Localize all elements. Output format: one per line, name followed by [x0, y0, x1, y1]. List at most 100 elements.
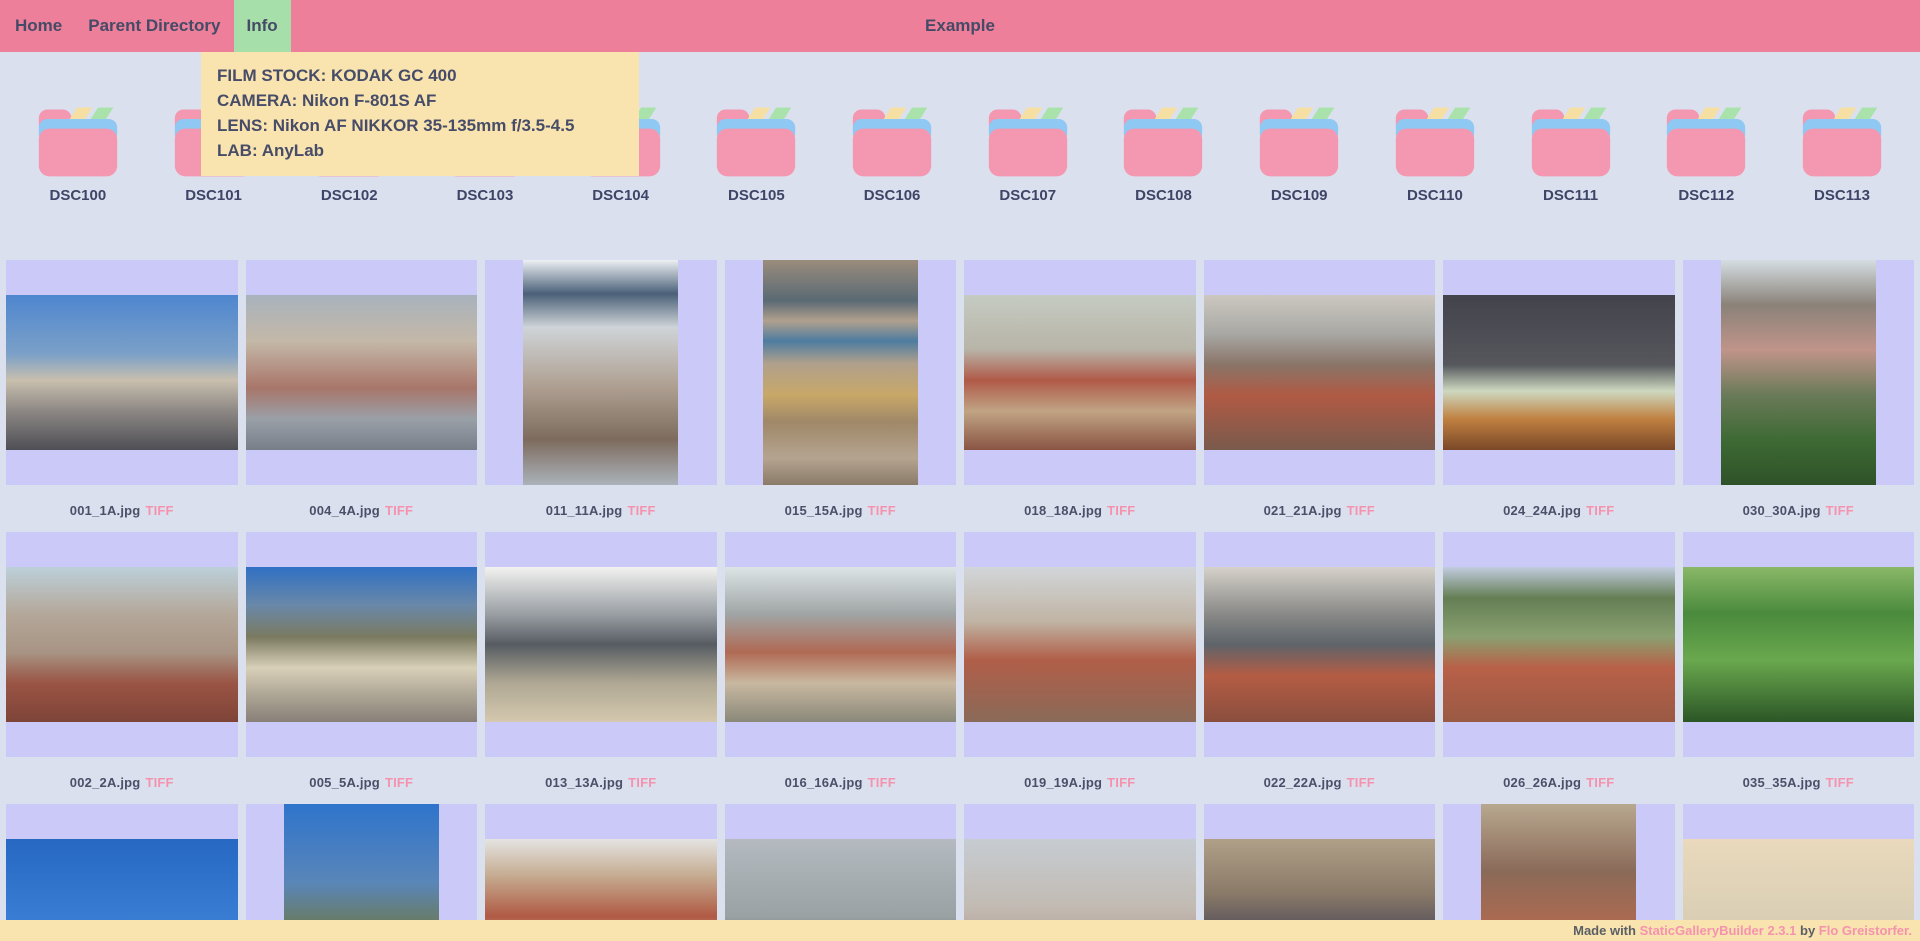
photo-021-21a-jpg[interactable]: [1204, 295, 1436, 450]
folder-dsc110[interactable]: DSC110: [1392, 103, 1478, 204]
footer: Made with StaticGalleryBuilder 2.3.1 by …: [0, 920, 1920, 941]
photo-filename: 019_19A.jpg: [1024, 775, 1102, 790]
folder-dsc105[interactable]: DSC105: [713, 103, 799, 204]
thumbnail-tile: [6, 260, 238, 485]
tiff-link[interactable]: TIFF: [385, 775, 413, 790]
tiff-link[interactable]: TIFF: [1347, 503, 1375, 518]
photo-026-26a-jpg[interactable]: [1443, 567, 1675, 722]
folder-icon: [1799, 103, 1885, 179]
photo-018-18a-jpg[interactable]: [964, 295, 1196, 450]
folder-icon: [1663, 103, 1749, 179]
gallery-cell: 005_5A.jpg TIFF: [246, 532, 478, 804]
photo-filename: 011_11A.jpg: [546, 503, 623, 518]
folder-label: DSC101: [185, 187, 242, 204]
photo-030-30a-jpg[interactable]: [1721, 260, 1876, 485]
photo-caption: 013_13A.jpg TIFF: [485, 757, 717, 804]
thumbnail-tile: [964, 260, 1196, 485]
photo-005-5a-jpg[interactable]: [246, 567, 478, 722]
tiff-link[interactable]: TIFF: [145, 503, 173, 518]
photo-filename: 022_22A.jpg: [1264, 775, 1342, 790]
folder-dsc106[interactable]: DSC106: [849, 103, 935, 204]
nav-item-home[interactable]: Home: [2, 0, 75, 52]
folder-label: DSC103: [457, 187, 514, 204]
tiff-link[interactable]: TIFF: [1826, 775, 1854, 790]
tiff-link[interactable]: TIFF: [1347, 775, 1375, 790]
folder-label: DSC111: [1543, 187, 1598, 204]
thumbnail-tile: [485, 532, 717, 757]
gallery-cell: 030_30A.jpg TIFF: [1683, 260, 1915, 532]
photo-002-2a-jpg[interactable]: [6, 567, 238, 722]
photo-035-35a-jpg[interactable]: [1683, 567, 1915, 722]
top-nav: HomeParent DirectoryInfo Example: [0, 0, 1920, 52]
photo-caption: 016_16A.jpgTIFF: [725, 757, 957, 804]
folder-label: DSC113: [1814, 187, 1870, 204]
tiff-link[interactable]: TIFF: [385, 503, 413, 518]
tiff-link[interactable]: TIFF: [1826, 503, 1854, 518]
footer-made-with-text: Made with: [1573, 923, 1636, 938]
photo-011-11a-jpg[interactable]: [523, 260, 678, 485]
tiff-link[interactable]: TIFF: [628, 775, 656, 790]
folder-label: DSC100: [49, 187, 106, 204]
folder-label: DSC102: [321, 187, 378, 204]
photo-caption: 022_22A.jpg TIFF: [1204, 757, 1436, 804]
folder-icon: [713, 103, 799, 179]
thumbnail-tile: [1204, 260, 1436, 485]
photo-caption: 035_35A.jpgTIFF: [1683, 757, 1915, 804]
folder-label: DSC110: [1407, 187, 1463, 204]
info-line: LENS: Nikon AF NIKKOR 35-135mm f/3.5-4.5: [217, 113, 623, 138]
gallery-cell: 002_2A.jpgTIFF: [6, 532, 238, 804]
nav-item-info[interactable]: Info: [234, 0, 291, 52]
tiff-link[interactable]: TIFF: [1107, 503, 1135, 518]
photo-filename: 001_1A.jpg: [70, 503, 141, 518]
photo-caption: 024_24A.jpgTIFF: [1443, 485, 1675, 532]
photo-filename: 005_5A.jpg: [309, 775, 380, 790]
folder-dsc107[interactable]: DSC107: [985, 103, 1071, 204]
photo-caption: 004_4A.jpg TIFF: [246, 485, 478, 532]
info-panel: FILM STOCK: KODAK GC 400CAMERA: Nikon F-…: [201, 52, 639, 176]
tiff-link[interactable]: TIFF: [145, 775, 173, 790]
photo-015-15a-jpg[interactable]: [763, 260, 918, 485]
gallery-cell: 022_22A.jpg TIFF: [1204, 532, 1436, 804]
tiff-link[interactable]: TIFF: [1586, 775, 1614, 790]
photo-022-22a-jpg[interactable]: [1204, 567, 1436, 722]
gallery-cell: 018_18A.jpgTIFF: [964, 260, 1196, 532]
folder-dsc109[interactable]: DSC109: [1256, 103, 1342, 204]
footer-author-link[interactable]: Flo Greistorfer.: [1819, 923, 1912, 938]
photo-caption: 018_18A.jpgTIFF: [964, 485, 1196, 532]
folder-icon: [1392, 103, 1478, 179]
folder-dsc111[interactable]: DSC111: [1528, 103, 1614, 204]
folder-dsc108[interactable]: DSC108: [1120, 103, 1206, 204]
footer-builder-link[interactable]: StaticGalleryBuilder 2.3.1: [1640, 923, 1797, 938]
tiff-link[interactable]: TIFF: [627, 503, 655, 518]
folder-label: DSC108: [1135, 187, 1192, 204]
folder-dsc113[interactable]: DSC113: [1799, 103, 1885, 204]
folder-dsc112[interactable]: DSC112: [1663, 103, 1749, 204]
thumbnail-tile: [246, 260, 478, 485]
info-line: FILM STOCK: KODAK GC 400: [217, 63, 623, 88]
tiff-link[interactable]: TIFF: [1107, 775, 1135, 790]
tiff-link[interactable]: TIFF: [868, 503, 896, 518]
photo-024-24a-jpg[interactable]: [1443, 295, 1675, 450]
folder-dsc100[interactable]: DSC100: [35, 103, 121, 204]
photo-013-13a-jpg[interactable]: [485, 567, 717, 722]
gallery-cell: 015_15A.jpgTIFF: [725, 260, 957, 532]
folder-icon: [1120, 103, 1206, 179]
photo-caption: 030_30A.jpg TIFF: [1683, 485, 1915, 532]
tiff-link[interactable]: TIFF: [868, 775, 896, 790]
thumbnail-tile: [246, 532, 478, 757]
tiff-link[interactable]: TIFF: [1586, 503, 1614, 518]
gallery-cell: 024_24A.jpgTIFF: [1443, 260, 1675, 532]
photo-004-4a-jpg[interactable]: [246, 295, 478, 450]
photo-filename: 013_13A.jpg: [545, 775, 623, 790]
photo-caption: 002_2A.jpgTIFF: [6, 757, 238, 804]
thumbnail-tile: [725, 532, 957, 757]
nav-item-parent-directory[interactable]: Parent Directory: [75, 0, 233, 52]
photo-016-16a-jpg[interactable]: [725, 567, 957, 722]
photo-019-19a-jpg[interactable]: [964, 567, 1196, 722]
thumbnail-tile: [1683, 260, 1915, 485]
photo-filename: 004_4A.jpg: [309, 503, 380, 518]
photo-filename: 026_26A.jpg: [1503, 775, 1581, 790]
photo-filename: 030_30A.jpg: [1743, 503, 1821, 518]
photo-caption: 005_5A.jpg TIFF: [246, 757, 478, 804]
photo-001-1a-jpg[interactable]: [6, 295, 238, 450]
